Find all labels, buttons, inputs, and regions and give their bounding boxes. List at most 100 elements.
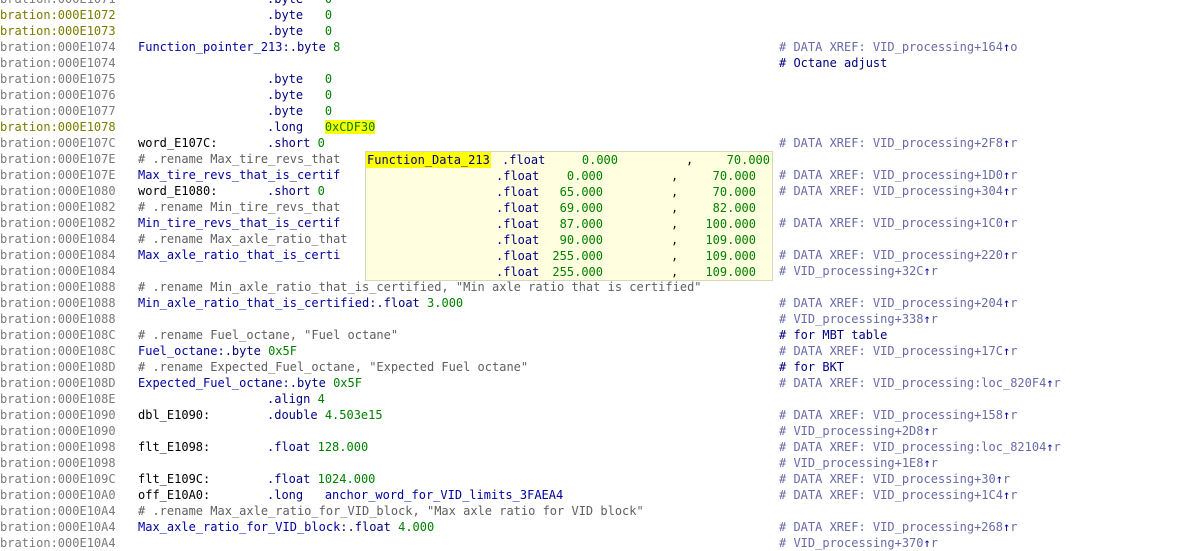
operand-symbol[interactable]: anchor_word_for_VID_limits_3FAEA4 xyxy=(325,488,563,502)
symbol-label[interactable]: Function_pointer_213:.byte 8 xyxy=(138,39,340,55)
xref-comment[interactable]: # DATA XREF: VID_processing+204↑r xyxy=(779,295,1017,311)
xref-comment[interactable]: # VID_processing+338↑r xyxy=(779,311,938,327)
xref-comment[interactable]: # DATA XREF: VID_processing+1C4↑r xyxy=(779,487,1017,503)
xref-comment[interactable]: # DATA XREF: VID_processing:loc_82104↑r xyxy=(779,439,1061,455)
label-text[interactable]: Max_tire_revs_that_is_certif xyxy=(138,168,340,182)
listing-line[interactable]: bration:000E1071 .byte 0 xyxy=(0,0,1186,7)
xref-comment[interactable]: # DATA XREF: VID_processing+220↑r xyxy=(779,247,1017,263)
label-text[interactable]: off_E10A0: xyxy=(138,488,210,502)
listing-line[interactable]: bration:000E1072 .byte 0 xyxy=(0,7,1186,23)
symbol-label[interactable]: Min_tire_revs_that_is_certif xyxy=(138,215,340,231)
xref-comment[interactable]: # DATA XREF: VID_processing+268↑r xyxy=(779,519,1017,535)
xref-comment[interactable]: # DATA XREF: VID_processing+17C↑r xyxy=(779,343,1017,359)
symbol-label[interactable]: flt_E109C: xyxy=(138,471,210,487)
xref-text[interactable]: # DATA XREF: VID_processing+164 xyxy=(779,40,1003,54)
label-text[interactable]: Min_axle_ratio_that_is_certified: xyxy=(138,296,376,310)
label-text[interactable]: Expected_Fuel_octane: xyxy=(138,376,290,390)
symbol-label[interactable]: Fuel_octane:.byte 0x5F xyxy=(138,343,297,359)
xref-text[interactable]: # DATA XREF: VID_processing+304 xyxy=(779,184,1003,198)
xref-text[interactable]: # DATA XREF: VID_processing+1C4 xyxy=(779,488,1003,502)
xref-type: r xyxy=(1010,408,1018,422)
xref-text[interactable]: # DATA XREF: VID_processing+158 xyxy=(779,408,1003,422)
label-text[interactable]: flt_E109C: xyxy=(138,472,210,486)
listing-line[interactable]: bration:000E108C # .rename Fuel_octane, "… xyxy=(0,327,1186,343)
listing-line[interactable]: bration:000E1088 # VID_processing+338↑r xyxy=(0,311,1186,327)
xref-text[interactable]: # DATA XREF: VID_processing+17C xyxy=(779,344,1003,358)
label-text[interactable]: Fuel_octane: xyxy=(138,344,225,358)
xref-comment[interactable]: # DATA XREF: VID_processing+304↑r xyxy=(779,183,1017,199)
xref-text[interactable]: # DATA XREF: VID_processing+268 xyxy=(779,520,1003,534)
symbol-label[interactable]: dbl_E1090: xyxy=(138,407,210,423)
listing-line[interactable]: bration:000E108C Fuel_octane:.byte 0x5F # … xyxy=(0,343,1186,359)
xref-comment[interactable]: # VID_processing+1E8↑r xyxy=(779,455,938,471)
label-text[interactable]: word_E107C: xyxy=(138,136,217,150)
label-text[interactable]: dbl_E1090: xyxy=(138,408,210,422)
symbol-label[interactable]: word_E107C: xyxy=(138,135,217,151)
symbol-label[interactable]: Min_axle_ratio_that_is_certified:.float … xyxy=(138,295,463,311)
listing-line[interactable]: bration:000E10A0 off_E10A0: .long anchor_w… xyxy=(0,487,1186,503)
listing-line[interactable]: bration:000E1078 .long 0xCDF30 xyxy=(0,119,1186,135)
xref-comment[interactable]: # DATA XREF: VID_processing+1D0↑r xyxy=(779,167,1017,183)
xref-type: r xyxy=(1002,472,1011,486)
xref-text[interactable]: # VID_processing+338 xyxy=(779,312,924,326)
xref-comment[interactable]: # VID_processing+32C↑r xyxy=(779,263,938,279)
listing-line[interactable]: bration:000E108D # .rename Expected_Fuel_… xyxy=(0,359,1186,375)
listing-line[interactable]: bration:000E1098 # VID_processing+1E8↑r xyxy=(0,455,1186,471)
symbol-label[interactable]: word_E1080: xyxy=(138,183,217,199)
xref-text[interactable]: # VID_processing+2D8 xyxy=(779,424,924,438)
listing-line[interactable]: bration:000E108E .align 4 xyxy=(0,391,1186,407)
label-text[interactable]: Min_tire_revs_that_is_certif xyxy=(138,216,340,230)
xref-text[interactable]: # DATA XREF: VID_processing+30 xyxy=(779,472,996,486)
xref-comment[interactable]: # VID_processing+2D8↑r xyxy=(779,423,938,439)
label-text[interactable]: Max_axle_ratio_for_VID_block: xyxy=(138,520,348,534)
xref-text[interactable]: # DATA XREF: VID_processing+1D0 xyxy=(779,168,1003,182)
xref-text[interactable]: # DATA XREF: VID_processing:loc_820F4 xyxy=(779,376,1046,390)
xref-text[interactable]: # DATA XREF: VID_processing+2F8 xyxy=(779,136,1003,150)
listing-line[interactable]: bration:000E1088 # .rename Min_axle_ratio… xyxy=(0,279,1186,295)
mnemonic: .double 4.503e15 xyxy=(267,407,383,423)
symbol-label[interactable]: flt_E1098: xyxy=(138,439,210,455)
symbol-label[interactable]: Max_axle_ratio_that_is_certi xyxy=(138,247,340,263)
xref-text[interactable]: # DATA XREF: VID_processing+204 xyxy=(779,296,1003,310)
symbol-label[interactable]: off_E10A0: xyxy=(138,487,210,503)
listing-line[interactable]: bration:000E108D Expected_Fuel_octane:.by… xyxy=(0,375,1186,391)
label-text[interactable]: Function_pointer_213: xyxy=(138,40,290,54)
xref-text[interactable]: # DATA XREF: VID_processing:loc_82104 xyxy=(779,440,1046,454)
listing-line[interactable]: bration:000E10A4 Max_axle_ratio_for_VID_b… xyxy=(0,519,1186,535)
listing-line[interactable]: bration:000E109C flt_E109C: .float 1024.00… xyxy=(0,471,1186,487)
label-text[interactable]: Max_axle_ratio_that_is_certi xyxy=(138,248,340,262)
xref-comment[interactable]: # DATA XREF: VID_processing+2F8↑r xyxy=(779,135,1017,151)
xref-comment[interactable]: # DATA XREF: VID_processing+30↑r xyxy=(779,471,1010,487)
listing-line[interactable]: bration:000E1073 .byte 0 xyxy=(0,23,1186,39)
listing-line[interactable]: bration:000E107C word_E107C: .short 0 # DAT… xyxy=(0,135,1186,151)
symbol-label[interactable]: Expected_Fuel_octane:.byte 0x5F xyxy=(138,375,362,391)
symbol-label[interactable]: Max_axle_ratio_for_VID_block:.float 4.00… xyxy=(138,519,434,535)
listing-line[interactable]: bration:000E1074 Function_pointer_213:.by… xyxy=(0,39,1186,55)
listing-line[interactable]: bration:000E1090 dbl_E1090: .double 4.503e… xyxy=(0,407,1186,423)
listing-line[interactable]: bration:000E1098 flt_E1098: .float 128.000… xyxy=(0,439,1186,455)
listing-line[interactable]: bration:000E1088 Min_axle_ratio_that_is_c… xyxy=(0,295,1186,311)
xref-comment[interactable]: # DATA XREF: VID_processing+158↑r xyxy=(779,407,1017,423)
listing-line[interactable]: bration:000E1074 # Octane adjust xyxy=(0,55,1186,71)
xref-comment[interactable]: # DATA XREF: VID_processing+164↑o xyxy=(779,39,1017,55)
symbol-label[interactable]: Max_tire_revs_that_is_certif xyxy=(138,167,340,183)
xref-text[interactable]: # VID_processing+1E8 xyxy=(779,456,924,470)
xref-text[interactable]: # VID_processing+32C xyxy=(779,264,924,278)
listing-line[interactable]: bration:000E10A4 # VID_processing+370↑r xyxy=(0,535,1186,551)
xref-comment[interactable]: # DATA XREF: VID_processing+1C0↑r xyxy=(779,215,1017,231)
label-text[interactable]: word_E1080: xyxy=(138,184,217,198)
listing-line[interactable]: bration:000E10A4 # .rename Max_axle_ratio… xyxy=(0,503,1186,519)
listing-line[interactable]: bration:000E1075 .byte 0 xyxy=(0,71,1186,87)
operand: 0 xyxy=(324,72,333,86)
xref-comment[interactable]: # DATA XREF: VID_processing:loc_820F4↑r xyxy=(779,375,1061,391)
address: bration:000E1098 xyxy=(0,456,116,470)
listing-line[interactable]: bration:000E1077 .byte 0 xyxy=(0,103,1186,119)
tooltip-row: .float 87.000, 100.000 xyxy=(366,216,772,232)
listing-line[interactable]: bration:000E1076 .byte 0 xyxy=(0,87,1186,103)
xref-comment[interactable]: # VID_processing+370↑r xyxy=(779,535,938,551)
xref-text[interactable]: # VID_processing+370 xyxy=(779,536,924,550)
listing-line[interactable]: bration:000E1090 # VID_processing+2D8↑r xyxy=(0,423,1186,439)
label-text[interactable]: flt_E1098: xyxy=(138,440,210,454)
xref-text[interactable]: # DATA XREF: VID_processing+1C0 xyxy=(779,216,1003,230)
xref-text[interactable]: # DATA XREF: VID_processing+220 xyxy=(779,248,1003,262)
